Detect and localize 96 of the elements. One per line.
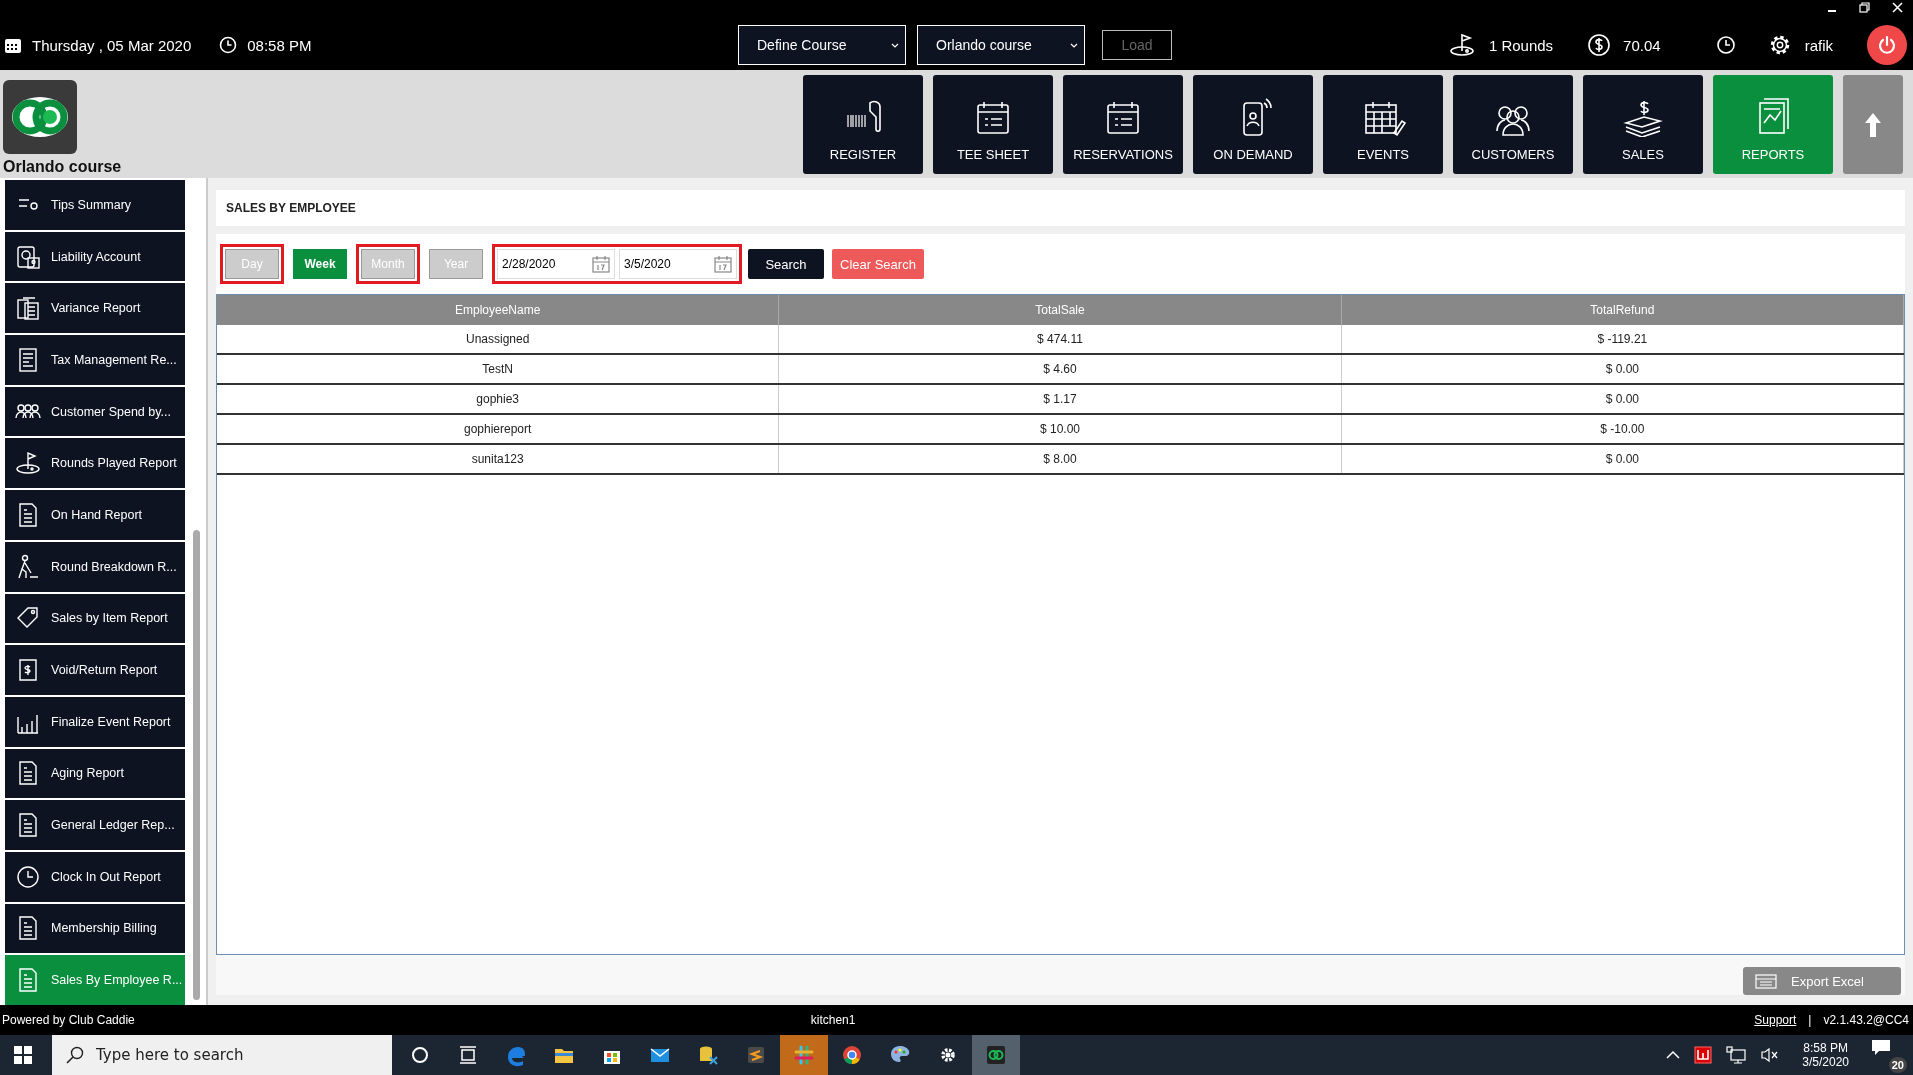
current-time: 08:58 PM bbox=[247, 36, 312, 54]
nav-tile[interactable]: REGISTER bbox=[803, 75, 923, 174]
chevron-up-icon[interactable] bbox=[1666, 1050, 1681, 1060]
calculator-icon bbox=[15, 295, 41, 322]
sidebar-item[interactable]: Sales by Item Report bbox=[5, 593, 185, 644]
caret-icon bbox=[1070, 42, 1078, 48]
clock-icon bbox=[219, 36, 238, 54]
separator: | bbox=[1808, 1013, 1812, 1027]
table-cell: $ 0.00 bbox=[1341, 385, 1904, 413]
sidebar-item[interactable]: Liability Account bbox=[5, 231, 185, 282]
safe-icon bbox=[15, 243, 41, 270]
course-name: Orlando course bbox=[3, 158, 123, 176]
nav-tile[interactable]: TEE SHEET bbox=[933, 75, 1053, 174]
close-icon[interactable] bbox=[1892, 2, 1903, 13]
period-button[interactable]: Week bbox=[293, 249, 347, 279]
sidebar-item[interactable]: Clock In Out Report bbox=[5, 851, 185, 902]
nav-tile[interactable]: REPORTS bbox=[1713, 75, 1833, 174]
version-text: v2.1.43.2@CC4 bbox=[1823, 1013, 1909, 1027]
sidebar-item[interactable]: Sales By Employee R... bbox=[5, 955, 185, 1005]
sidebar-item[interactable]: Variance Report bbox=[5, 283, 185, 334]
restore-icon[interactable] bbox=[1859, 2, 1870, 13]
table-cell: $ 8.00 bbox=[779, 445, 1342, 473]
taskbar-search-field[interactable]: Type here to search bbox=[52, 1035, 392, 1075]
table-cell: $ -10.00 bbox=[1341, 415, 1904, 443]
sidebar-item[interactable]: Finalize Event Report bbox=[5, 696, 185, 747]
sidebar-item[interactable]: Void/Return Report bbox=[5, 645, 185, 695]
club-logo-icon bbox=[984, 1043, 1008, 1067]
golfer-icon bbox=[15, 553, 41, 580]
date-field[interactable]: 2/28/2020 bbox=[497, 249, 615, 279]
column-header: EmployeeName bbox=[217, 295, 780, 325]
taskbar-app[interactable] bbox=[972, 1035, 1020, 1075]
hash-icon bbox=[792, 1043, 816, 1067]
chat-bubble-icon bbox=[1871, 1039, 1893, 1057]
sidebar-item[interactable]: Round Breakdown R... bbox=[5, 541, 185, 592]
calendar-icon[interactable] bbox=[714, 255, 732, 273]
table-cell: $ 474.11 bbox=[779, 325, 1342, 353]
date-field[interactable]: 3/5/2020 bbox=[619, 249, 737, 279]
sidebar-item[interactable]: Rounds Played Report bbox=[5, 438, 185, 489]
table-cell: $ 1.17 bbox=[779, 385, 1342, 413]
balance-amount: 70.04 bbox=[1623, 36, 1661, 54]
station-name: kitchen1 bbox=[810, 1013, 856, 1027]
chrome-icon bbox=[840, 1043, 864, 1067]
keyboard-icon bbox=[1755, 973, 1777, 989]
taskbar-time: 8:58 PM bbox=[1803, 1041, 1848, 1055]
column-header: TotalSale bbox=[779, 295, 1342, 325]
rounds-count: 1 Rounds bbox=[1488, 36, 1554, 54]
nav-tile[interactable]: EVENTS bbox=[1323, 75, 1443, 174]
sidebar-item[interactable]: On Hand Report bbox=[5, 490, 185, 540]
course-dropdown[interactable]: Define Course bbox=[738, 25, 906, 65]
clock-icon bbox=[15, 863, 41, 890]
club-logo-icon bbox=[3, 80, 77, 154]
table-cell: $ -119.21 bbox=[1341, 325, 1904, 353]
sidebar-item[interactable]: Customer Spend by... bbox=[5, 386, 185, 437]
current-date: Thursday , 05 Mar 2020 bbox=[32, 36, 192, 54]
powered-by-text: Powered by Club Caddie bbox=[2, 1013, 135, 1027]
export-excel-button[interactable]: Export Excel bbox=[1743, 967, 1901, 995]
calendar-icon bbox=[4, 36, 22, 54]
taskbar-date: 3/5/2020 bbox=[1802, 1055, 1849, 1069]
course-dropdown[interactable]: Orlando course bbox=[917, 25, 1085, 65]
scroll-up-button[interactable] bbox=[1843, 75, 1903, 174]
search-button[interactable]: Search bbox=[748, 249, 824, 279]
power-icon bbox=[1876, 34, 1898, 56]
table-cell: $ 0.00 bbox=[1341, 445, 1904, 473]
windows-start-icon[interactable] bbox=[14, 1046, 32, 1064]
table-cell: gophiereport bbox=[217, 415, 780, 443]
network-icon[interactable] bbox=[1726, 1046, 1747, 1064]
power-button[interactable] bbox=[1867, 25, 1907, 65]
sidebar-item[interactable]: Aging Report bbox=[5, 748, 185, 799]
golf-hole-icon bbox=[1448, 33, 1477, 57]
sidebar-item[interactable]: Tips Summary bbox=[5, 180, 185, 230]
table-cell: $ 4.60 bbox=[779, 355, 1342, 383]
app-tray-icon[interactable] bbox=[1694, 1046, 1713, 1064]
column-header: TotalRefund bbox=[1341, 295, 1904, 325]
search-icon bbox=[66, 1046, 84, 1064]
table-cell: TestN bbox=[217, 355, 780, 383]
table-cell: gophie3 bbox=[217, 385, 780, 413]
dollar-icon bbox=[1587, 33, 1612, 57]
report-title: SALES BY EMPLOYEE bbox=[226, 201, 356, 215]
user-name: rafik bbox=[1804, 36, 1833, 54]
golf-flag-icon bbox=[15, 450, 41, 477]
caret-icon bbox=[891, 42, 899, 48]
support-link[interactable]: Support bbox=[1754, 1013, 1797, 1027]
clock-icon[interactable] bbox=[1714, 34, 1737, 56]
sidebar-item[interactable]: Membership Billing bbox=[5, 903, 185, 954]
table-cell: sunita123 bbox=[217, 445, 780, 473]
nav-tile[interactable]: CUSTOMERS bbox=[1453, 75, 1573, 174]
table-cell: $ 0.00 bbox=[1341, 355, 1904, 383]
table-cell: $ 10.00 bbox=[779, 415, 1342, 443]
load-button[interactable]: Load bbox=[1102, 30, 1172, 60]
sidebar-item[interactable]: General Ledger Rep... bbox=[5, 800, 185, 850]
sidebar-item[interactable]: Tax Management Re... bbox=[5, 335, 185, 385]
nav-tile[interactable]: RESERVATIONS bbox=[1063, 75, 1183, 174]
nav-tile[interactable]: ON DEMAND bbox=[1193, 75, 1313, 174]
calendar-icon[interactable] bbox=[592, 255, 610, 273]
nav-tile[interactable]: SALES bbox=[1583, 75, 1703, 174]
table-cell: Unassigned bbox=[217, 325, 780, 353]
